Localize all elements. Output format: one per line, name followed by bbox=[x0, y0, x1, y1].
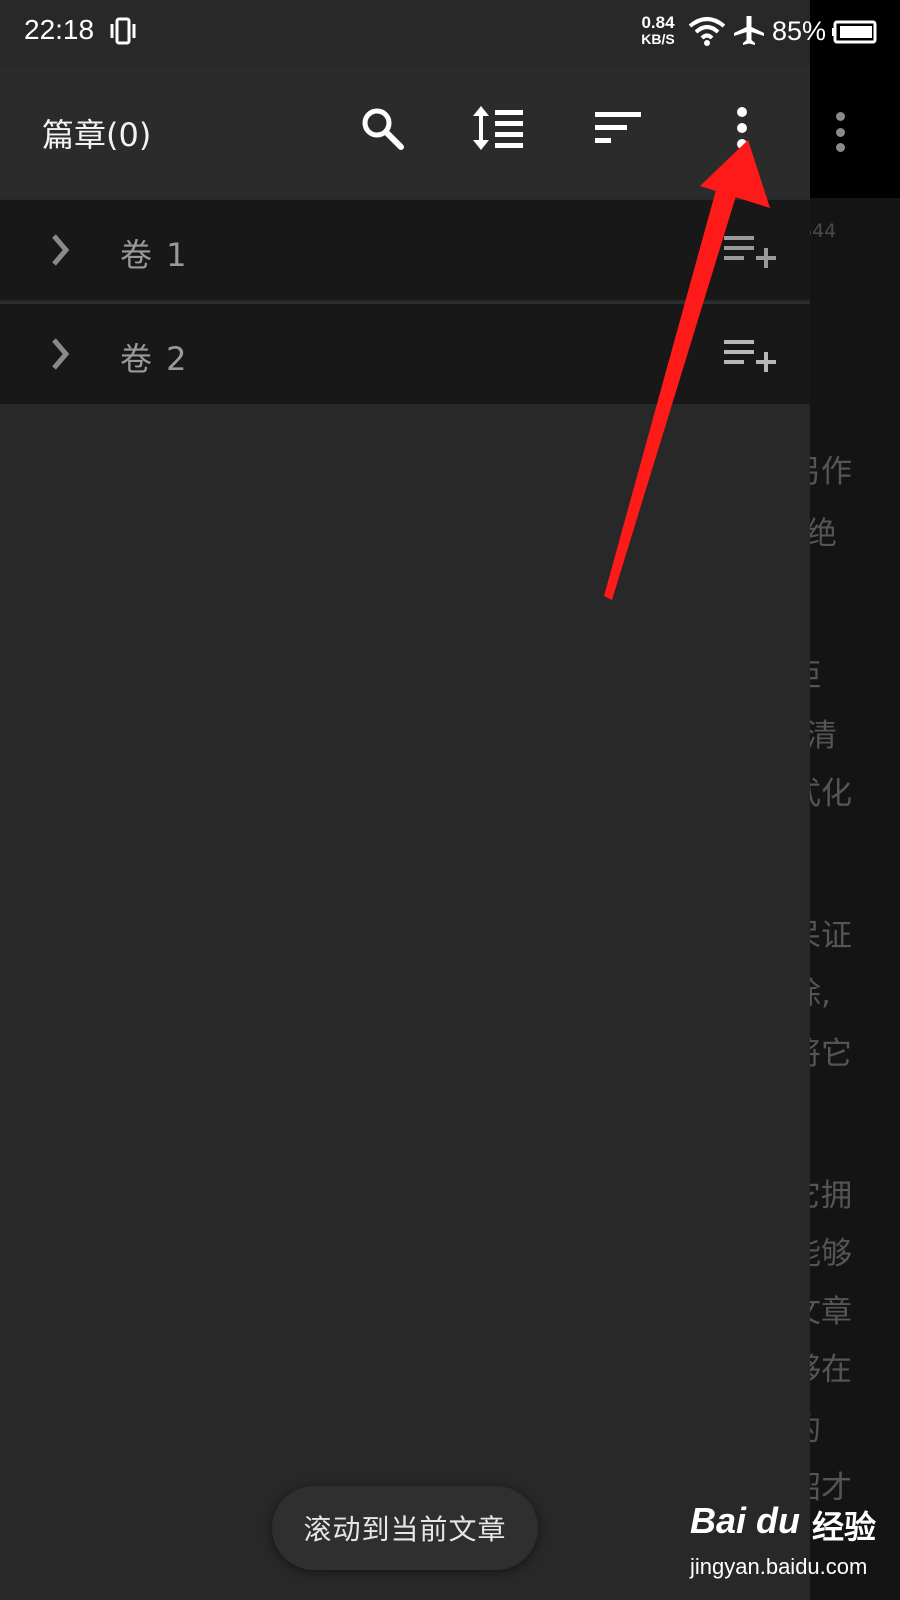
watermark-text: 经验 bbox=[812, 1508, 877, 1546]
battery-icon bbox=[832, 20, 877, 44]
net-speed: 0.84 KB/S bbox=[636, 14, 680, 46]
chevron-right-icon[interactable] bbox=[44, 230, 76, 270]
sort-icon[interactable] bbox=[590, 100, 646, 156]
reader-more-vert-icon[interactable] bbox=[822, 108, 858, 156]
drawer-title: 篇章(0) bbox=[42, 116, 152, 154]
reader-text-fragment: 清 bbox=[806, 718, 837, 754]
volume-row[interactable]: 卷 2 bbox=[0, 304, 810, 404]
wifi-icon bbox=[688, 17, 726, 46]
watermark-logo: Bai du bbox=[690, 1500, 801, 1541]
net-speed-value: 0.84 bbox=[641, 13, 675, 32]
net-speed-unit: KB/S bbox=[641, 31, 675, 47]
chapters-drawer: 篇章(0) 卷 1 卷 2 bbox=[0, 0, 810, 1600]
search-icon[interactable] bbox=[354, 100, 410, 156]
line-spacing-icon[interactable] bbox=[470, 100, 526, 156]
volume-row[interactable]: 卷 1 bbox=[0, 200, 810, 300]
toast-text: 滚动到当前文章 bbox=[303, 1513, 507, 1546]
reader-text-fragment: 绝 bbox=[806, 516, 837, 552]
scroll-to-current-toast[interactable]: 滚动到当前文章 bbox=[272, 1486, 538, 1570]
status-bar: 22:18 0.84 KB/S 85% bbox=[0, 0, 900, 66]
airplane-icon bbox=[734, 16, 764, 45]
volume-label: 卷 1 bbox=[120, 236, 189, 274]
watermark-url: jingyan.baidu.com bbox=[690, 1554, 868, 1579]
volume-label: 卷 2 bbox=[120, 340, 189, 378]
add-chapter-icon[interactable] bbox=[722, 232, 778, 272]
battery-percent: 85% bbox=[772, 16, 827, 46]
add-chapter-icon[interactable] bbox=[722, 336, 778, 376]
baidu-jingyan-watermark: Bai du 经验 jingyan.baidu.com bbox=[690, 1500, 890, 1590]
vibrate-icon bbox=[110, 17, 136, 45]
chevron-right-icon[interactable] bbox=[44, 334, 76, 374]
more-vert-icon[interactable] bbox=[714, 100, 770, 156]
status-time: 22:18 bbox=[24, 14, 95, 45]
